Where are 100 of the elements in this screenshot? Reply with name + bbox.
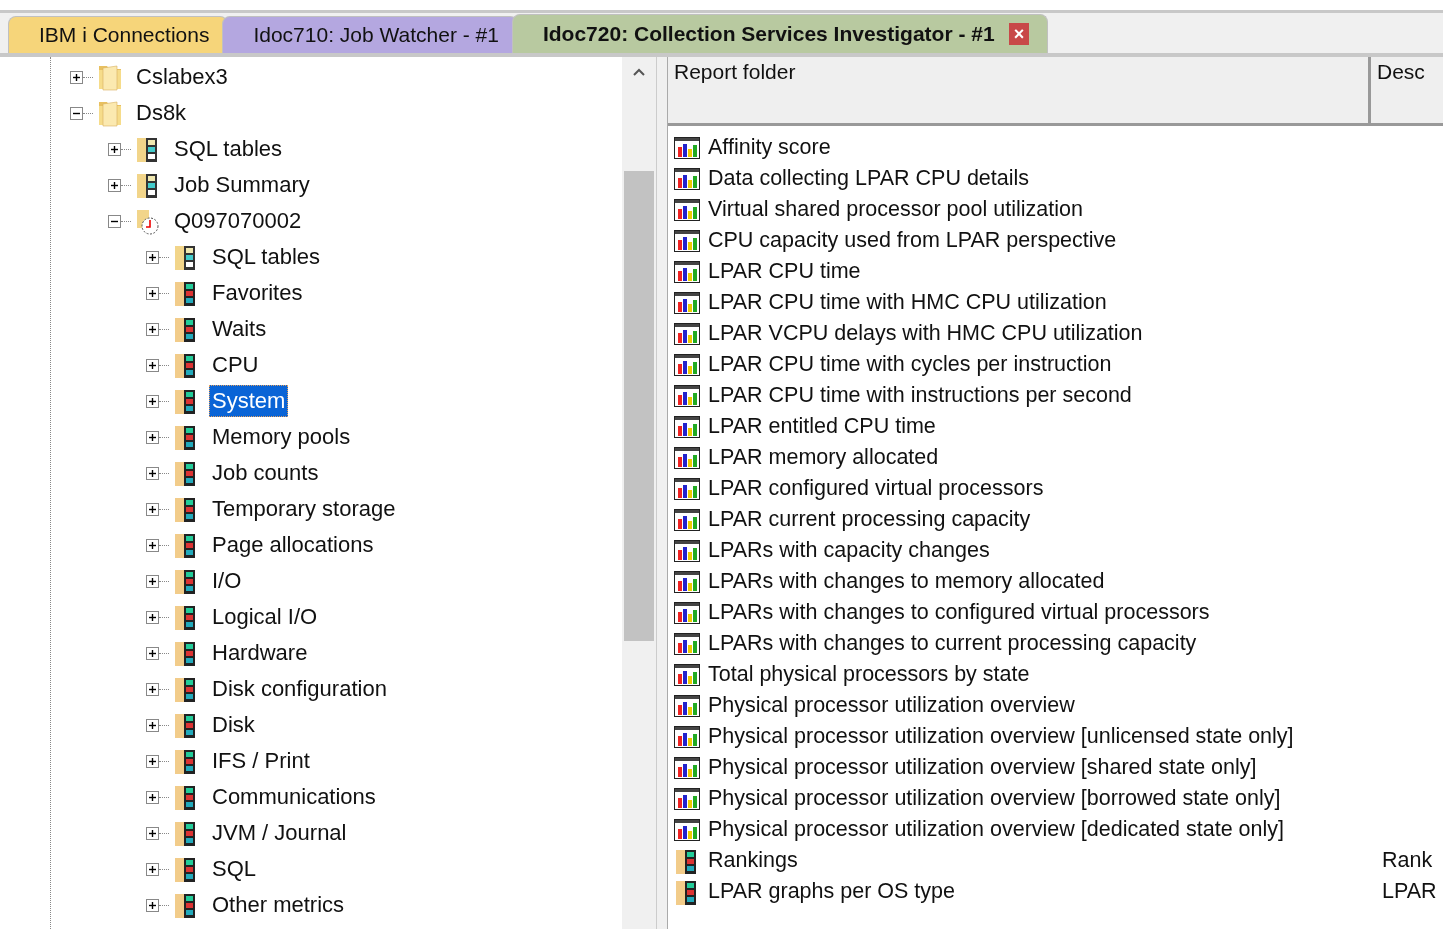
bar-chart-icon: [674, 136, 700, 159]
expand-icon[interactable]: [146, 718, 159, 732]
expand-icon[interactable]: [70, 70, 83, 84]
report-name[interactable]: Rankings: [708, 848, 798, 873]
tree-item[interactable]: SQL: [209, 853, 260, 885]
tree-item[interactable]: Job counts: [209, 457, 322, 489]
expand-icon[interactable]: [146, 682, 159, 696]
tree-item[interactable]: Ds8k: [133, 97, 190, 129]
table-cell: LPAR: [1382, 879, 1437, 903]
tree-item[interactable]: I/O: [209, 565, 245, 597]
expand-icon[interactable]: [146, 394, 159, 408]
expand-icon[interactable]: [146, 538, 159, 552]
expand-icon[interactable]: [146, 574, 159, 588]
folder-icon: [97, 62, 123, 92]
report-name[interactable]: LPAR configured virtual processors: [708, 476, 1044, 501]
tree-item[interactable]: JVM / Journal: [209, 817, 350, 849]
column-header[interactable]: Desc: [1371, 57, 1443, 123]
tree-item[interactable]: Communications: [209, 781, 379, 813]
bar-chart-icon: [674, 818, 700, 841]
tree-item[interactable]: Job Summary: [171, 169, 313, 201]
expand-icon[interactable]: [146, 430, 159, 444]
report-name[interactable]: Physical processor utilization overview [shared state only]: [708, 755, 1257, 780]
report-name[interactable]: LPARs with changes to memory allocated: [708, 569, 1105, 594]
expand-icon[interactable]: [146, 646, 159, 660]
bar-chart-icon: [674, 508, 700, 531]
report-name[interactable]: LPAR VCPU delays with HMC CPU utilization: [708, 321, 1143, 346]
report-name[interactable]: Physical processor utilization overview [borrowed state only]: [708, 786, 1281, 811]
tree-item[interactable]: Page allocations: [209, 529, 377, 561]
report-name[interactable]: CPU capacity used from LPAR perspective: [708, 228, 1117, 253]
tree-item[interactable]: Q097070002: [171, 205, 305, 237]
report-name[interactable]: Virtual shared processor pool utilization: [708, 197, 1083, 222]
tree-item[interactable]: Memory pools: [209, 421, 354, 453]
tree-item[interactable]: Waits: [209, 313, 270, 345]
report-name[interactable]: Data collecting LPAR CPU details: [708, 166, 1030, 191]
bar-chart-icon: [674, 167, 700, 190]
expand-icon[interactable]: [108, 178, 121, 192]
tree-item[interactable]: Logical I/O: [209, 601, 321, 633]
expand-icon[interactable]: [146, 862, 159, 876]
expand-icon[interactable]: [146, 286, 159, 300]
report-name[interactable]: LPARs with capacity changes: [708, 538, 990, 563]
bar-chart-icon: [674, 570, 700, 593]
scroll-up-icon[interactable]: [632, 67, 646, 77]
bar-chart-icon: [674, 384, 700, 407]
report-name[interactable]: LPARs with changes to current processing capacity: [708, 631, 1197, 656]
expand-icon[interactable]: [146, 826, 159, 840]
folder-icon: [97, 98, 123, 128]
expand-icon[interactable]: [108, 142, 121, 156]
bar-chart-icon: [674, 322, 700, 345]
tree-item[interactable]: Temporary storage: [209, 493, 399, 525]
report-name[interactable]: LPAR memory allocated: [708, 445, 939, 470]
expand-icon[interactable]: [146, 322, 159, 336]
expand-icon[interactable]: [146, 250, 159, 264]
bar-chart-icon: [674, 260, 700, 283]
bar-chart-icon: [674, 291, 700, 314]
tree-item[interactable]: Hardware: [209, 637, 311, 669]
expand-icon[interactable]: [146, 466, 159, 480]
report-name[interactable]: LPAR CPU time: [708, 259, 861, 284]
tree-item[interactable]: SQL tables: [171, 133, 286, 165]
tree-item[interactable]: SQL tables: [209, 241, 324, 273]
column-header[interactable]: Report folder: [668, 57, 1371, 123]
collapse-icon[interactable]: [70, 106, 83, 120]
bar-chart-icon: [674, 353, 700, 376]
scrollbar[interactable]: [622, 57, 656, 929]
report-name[interactable]: Total physical processors by state: [708, 662, 1030, 687]
expand-icon[interactable]: [146, 898, 159, 912]
expand-icon[interactable]: [146, 502, 159, 516]
report-name[interactable]: LPARs with changes to configured virtual processors: [708, 600, 1210, 625]
report-name[interactable]: LPAR CPU time with HMC CPU utilization: [708, 290, 1107, 315]
expand-icon[interactable]: [146, 610, 159, 624]
report-name[interactable]: Physical processor utilization overview [unlicensed state only]: [708, 724, 1294, 749]
bar-chart-icon: [674, 694, 700, 717]
report-name[interactable]: LPAR current processing capacity: [708, 507, 1031, 532]
collapse-icon[interactable]: [108, 214, 121, 228]
tree-item[interactable]: Favorites: [209, 277, 306, 309]
bar-chart-icon: [674, 229, 700, 252]
bar-chart-icon: [674, 725, 700, 748]
report-name[interactable]: Affinity score: [708, 135, 831, 160]
expand-icon[interactable]: [146, 790, 159, 804]
tree-item[interactable]: Other metrics: [209, 889, 348, 921]
tree-item[interactable]: Cslabex3: [133, 61, 231, 93]
bar-chart-icon: [674, 756, 700, 779]
tree-item[interactable]: System: [209, 385, 289, 417]
scroll-thumb[interactable]: [624, 171, 654, 641]
tree-item[interactable]: Disk configuration: [209, 673, 390, 705]
report-name[interactable]: LPAR CPU time with cycles per instruction: [708, 352, 1112, 377]
bar-chart-icon: [674, 198, 700, 221]
report-name[interactable]: Physical processor utilization overview [dedicated state only]: [708, 817, 1284, 842]
bar-chart-icon: [674, 477, 700, 500]
tree-item[interactable]: Disk: [209, 709, 258, 741]
expand-icon[interactable]: [146, 754, 159, 768]
close-icon[interactable]: ×: [1008, 23, 1030, 45]
bar-chart-icon: [674, 601, 700, 624]
report-name[interactable]: LPAR graphs per OS type: [708, 879, 955, 904]
tree-item[interactable]: IFS / Print: [209, 745, 313, 777]
report-name[interactable]: Physical processor utilization overview: [708, 693, 1075, 718]
tab[interactable]: Idoc720: Collection Services Investigator - #1 ×: [511, 14, 1049, 53]
expand-icon[interactable]: [146, 358, 159, 372]
report-name[interactable]: LPAR CPU time with instructions per second: [708, 383, 1132, 408]
tree-item[interactable]: CPU: [209, 349, 262, 381]
report-name[interactable]: LPAR entitled CPU time: [708, 414, 936, 439]
